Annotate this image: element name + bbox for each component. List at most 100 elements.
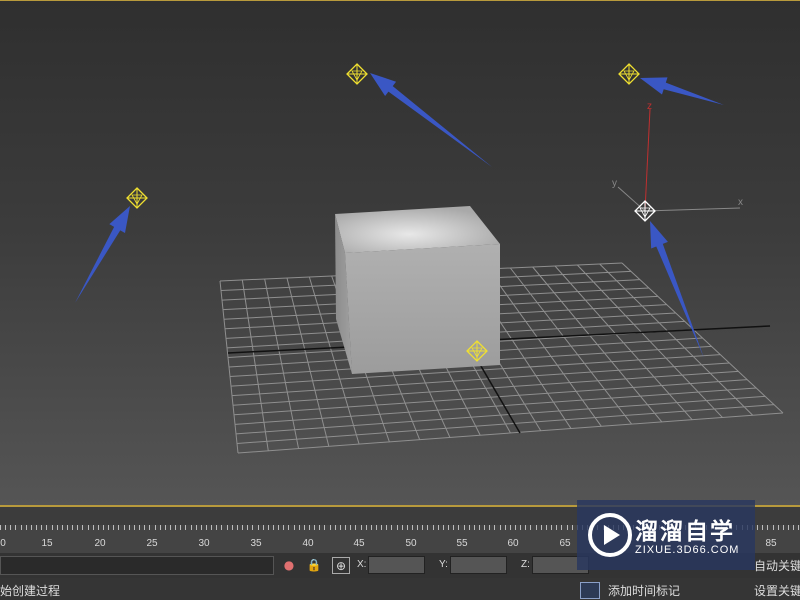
ruler-tick bbox=[293, 525, 295, 530]
gizmo-z-label: z bbox=[647, 101, 652, 112]
absolute-mode-icon[interactable]: ⊕ bbox=[332, 557, 350, 574]
ruler-tick bbox=[489, 525, 491, 530]
gizmo-y-axis bbox=[617, 186, 646, 212]
ruler-tick bbox=[51, 525, 53, 530]
ruler-tick bbox=[46, 525, 48, 530]
ruler-tick bbox=[365, 525, 367, 530]
ruler-tick bbox=[535, 525, 537, 530]
ruler-tick bbox=[144, 525, 146, 530]
watermark: 溜溜自学 ZIXUE.3D66.COM bbox=[577, 500, 755, 570]
ruler-tick bbox=[159, 525, 161, 530]
omni-light-icon[interactable] bbox=[618, 63, 640, 85]
annotation-arrow bbox=[640, 77, 724, 105]
ruler-tick bbox=[92, 525, 94, 530]
ruler-tick bbox=[66, 525, 68, 530]
ruler-tick bbox=[149, 525, 151, 530]
time-tag-toggle[interactable] bbox=[580, 582, 600, 599]
ruler-tick bbox=[412, 525, 413, 530]
ruler-tick bbox=[190, 525, 192, 530]
ruler-tick bbox=[453, 525, 455, 530]
ruler-tick bbox=[195, 525, 197, 530]
ruler-tick bbox=[97, 525, 99, 530]
ruler-tick bbox=[272, 525, 274, 530]
ruler-tick bbox=[525, 525, 527, 530]
x-coord-input[interactable] bbox=[368, 556, 425, 574]
ruler-tick bbox=[458, 525, 460, 530]
y-coord-input[interactable] bbox=[450, 556, 507, 574]
ruler-tick bbox=[10, 525, 12, 530]
perspective-viewport[interactable]: z x y bbox=[0, 0, 800, 507]
ruler-tick bbox=[180, 525, 182, 530]
ruler-tick bbox=[231, 525, 233, 530]
ruler-tick bbox=[468, 525, 470, 530]
ruler-tick bbox=[793, 525, 795, 530]
ruler-tick bbox=[298, 525, 300, 530]
transform-gizmo[interactable]: z x y bbox=[612, 101, 743, 212]
gizmo-y-label: y bbox=[612, 178, 617, 189]
ruler-tick bbox=[185, 525, 187, 530]
ruler-tick bbox=[798, 525, 800, 530]
ruler-tick bbox=[530, 525, 532, 530]
ruler-tick bbox=[77, 525, 79, 530]
ruler-tick bbox=[169, 525, 171, 530]
ruler-tick bbox=[303, 525, 305, 530]
gizmo-x-label: x bbox=[738, 197, 743, 208]
watermark-title: 溜溜自学 bbox=[635, 519, 735, 545]
ruler-tick bbox=[278, 525, 280, 530]
ruler-tick bbox=[494, 525, 496, 530]
ruler-tick bbox=[448, 525, 450, 530]
ruler-tick bbox=[5, 525, 7, 530]
ruler-tick bbox=[15, 525, 17, 530]
ruler-tick bbox=[309, 525, 310, 530]
ruler-tick bbox=[87, 525, 89, 530]
ruler-tick bbox=[422, 525, 424, 530]
z-coord-label: Z: bbox=[521, 559, 530, 570]
ruler-tick bbox=[345, 525, 347, 530]
ruler-tick bbox=[566, 525, 568, 530]
ruler-tick bbox=[206, 525, 207, 530]
ruler-tick bbox=[370, 525, 372, 530]
annotation-arrow bbox=[75, 206, 130, 303]
ruler-tick bbox=[540, 525, 542, 530]
ruler-tick bbox=[164, 525, 166, 530]
ruler-label: 30 bbox=[198, 538, 210, 549]
watermark-subtitle: ZIXUE.3D66.COM bbox=[635, 544, 740, 556]
ruler-tick bbox=[242, 525, 244, 530]
selection-lock-icon[interactable]: 🔒 bbox=[305, 557, 323, 574]
ruler-label: 50 bbox=[405, 538, 417, 549]
ruler-tick bbox=[381, 525, 383, 530]
ruler-tick bbox=[515, 525, 516, 530]
ruler-tick bbox=[772, 525, 774, 530]
scene-canvas[interactable]: z x y bbox=[0, 1, 800, 507]
ruler-tick bbox=[782, 525, 784, 530]
auto-key-button[interactable]: 自动关键 bbox=[754, 557, 800, 574]
ruler-label: 0 bbox=[0, 538, 6, 549]
ruler-label: 60 bbox=[507, 538, 519, 549]
box-object[interactable] bbox=[335, 206, 500, 374]
ruler-tick bbox=[551, 525, 553, 530]
omni-light-icon[interactable] bbox=[346, 63, 368, 85]
isolate-selection-icon[interactable]: ● bbox=[280, 557, 298, 574]
ruler-tick bbox=[113, 525, 115, 530]
omni-light-icon[interactable] bbox=[634, 200, 656, 222]
ruler-label: 45 bbox=[353, 538, 365, 549]
ruler-tick bbox=[247, 525, 249, 530]
ruler-tick bbox=[767, 525, 769, 530]
maxscript-listener-field[interactable] bbox=[0, 556, 274, 575]
ruler-label: 40 bbox=[302, 538, 314, 549]
ruler-tick bbox=[417, 525, 419, 530]
set-key-button[interactable]: 设置关键 bbox=[754, 582, 800, 599]
ruler-tick bbox=[30, 525, 32, 530]
omni-light-icon[interactable] bbox=[126, 187, 148, 209]
add-time-tag-button[interactable]: 添加时间标记 bbox=[608, 582, 680, 599]
ruler-tick bbox=[334, 525, 336, 530]
ruler-tick bbox=[329, 525, 331, 530]
ruler-tick bbox=[283, 525, 285, 530]
ruler-tick bbox=[267, 525, 269, 530]
ruler-tick bbox=[350, 525, 352, 530]
ruler-tick bbox=[355, 525, 357, 530]
ruler-tick bbox=[463, 525, 465, 530]
x-coord-label: X: bbox=[357, 559, 367, 570]
ruler-tick bbox=[432, 525, 434, 530]
ruler-tick bbox=[61, 525, 63, 530]
